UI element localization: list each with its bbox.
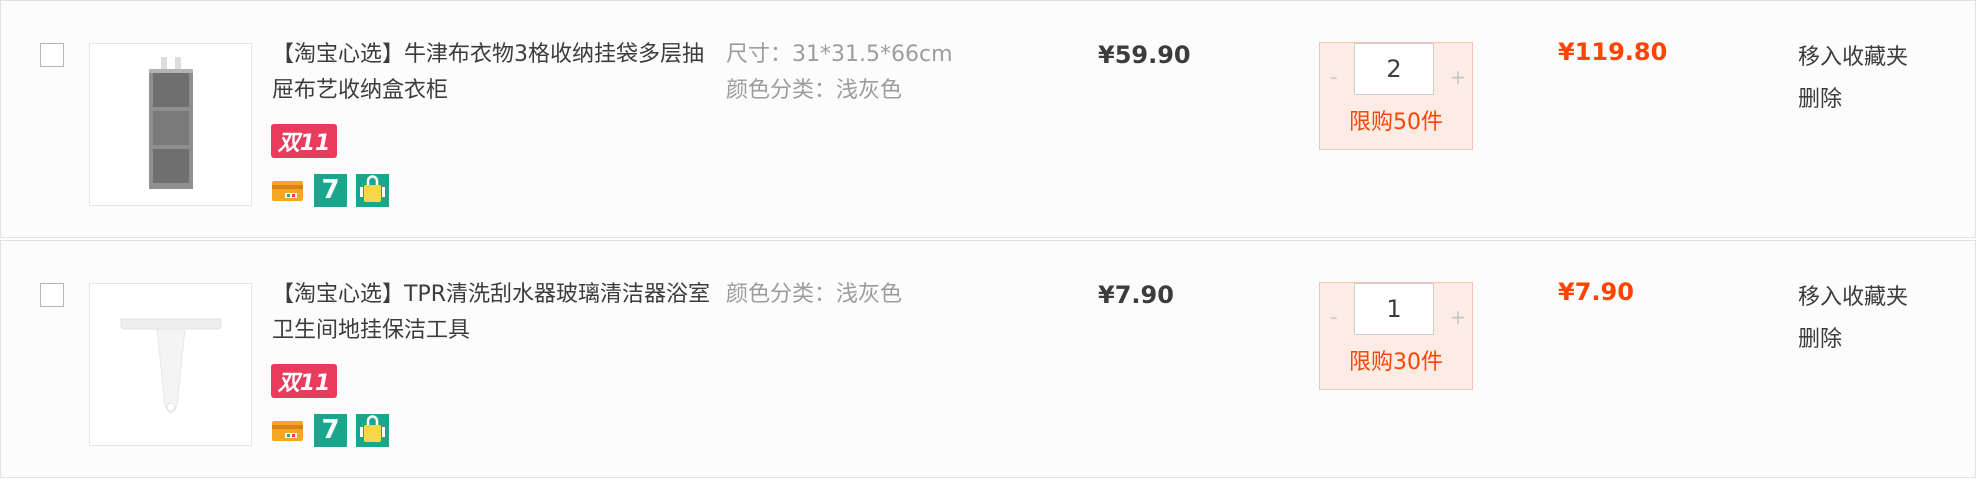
double-11-badge: 双11 [271,124,337,158]
sku-info: 颜色分类：浅灰色 [726,277,902,313]
product-thumbnail[interactable] [89,283,252,446]
item-subtotal: ¥119.80 [1558,38,1668,66]
decrease-button[interactable]: - [1320,53,1348,101]
hanging-organizer-icon [148,56,193,189]
seven-day-return-icon[interactable]: 7 [314,414,347,447]
decrease-button[interactable]: - [1320,293,1348,341]
quantity-stepper: - + 限购30件 [1319,282,1473,390]
item-subtotal: ¥7.90 [1558,278,1634,306]
sku-color: 颜色分类：浅灰色 [726,282,903,307]
move-to-favorites-link[interactable]: 移入收藏夹 [1798,277,1908,319]
squeegee-icon [120,318,221,413]
cart-item-row: 【淘宝心选】TPR清洗刮水器玻璃清洁器浴室卫生间地挂保洁工具 双11 7 颜色分… [0,240,1976,478]
delete-link[interactable]: 删除 [1798,79,1908,121]
purchase-limit: 限购50件 [1349,110,1443,135]
bag-icon[interactable] [356,414,389,447]
credit-card-icon[interactable] [271,174,304,207]
delete-link[interactable]: 删除 [1798,319,1908,361]
product-title[interactable]: 【淘宝心选】牛津布衣物3格收纳挂袋多层抽屉布艺收纳盒衣柜 [272,37,712,109]
quantity-input[interactable] [1354,43,1434,95]
cart-item-row: 【淘宝心选】牛津布衣物3格收纳挂袋多层抽屉布艺收纳盒衣柜 双11 7 尺寸：31… [0,0,1976,238]
move-to-favorites-link[interactable]: 移入收藏夹 [1798,37,1908,79]
bag-icon[interactable] [356,174,389,207]
item-checkbox[interactable] [40,43,64,67]
increase-button[interactable]: + [1444,53,1472,101]
credit-card-icon[interactable] [271,414,304,447]
sku-size: 尺寸：31*31.5*66cm [726,42,953,67]
seven-day-return-icon[interactable]: 7 [314,174,347,207]
unit-price: ¥59.90 [1098,41,1191,69]
double-11-badge: 双11 [271,364,337,398]
item-operations: 移入收藏夹 删除 [1798,277,1908,361]
sku-color: 颜色分类：浅灰色 [726,78,903,103]
item-operations: 移入收藏夹 删除 [1798,37,1908,121]
product-title[interactable]: 【淘宝心选】TPR清洗刮水器玻璃清洁器浴室卫生间地挂保洁工具 [272,277,712,349]
purchase-limit: 限购30件 [1349,350,1443,375]
sku-info: 尺寸：31*31.5*66cm 颜色分类：浅灰色 [726,37,953,109]
cart-list: 【淘宝心选】牛津布衣物3格收纳挂袋多层抽屉布艺收纳盒衣柜 双11 7 尺寸：31… [0,0,1978,484]
item-checkbox[interactable] [40,283,64,307]
unit-price: ¥7.90 [1098,281,1174,309]
product-thumbnail[interactable] [89,43,252,206]
quantity-stepper: - + 限购50件 [1319,42,1473,150]
increase-button[interactable]: + [1444,293,1472,341]
quantity-input[interactable] [1354,283,1434,335]
